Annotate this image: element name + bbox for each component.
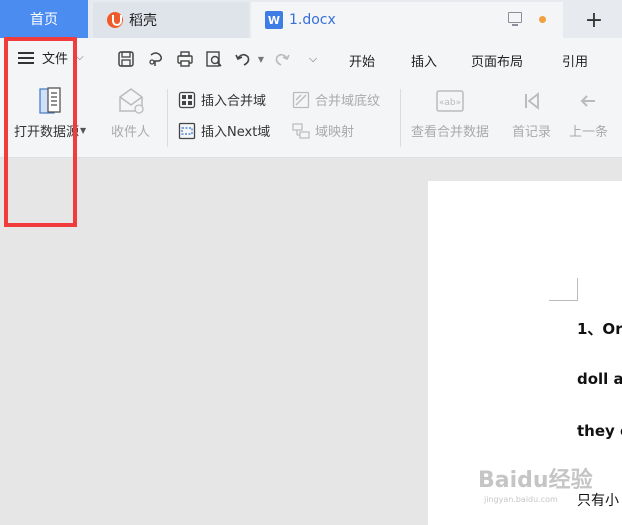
tab-home[interactable]: 首页: [0, 0, 88, 38]
highlight-box: [4, 37, 77, 227]
document-line: they c: [577, 422, 622, 440]
writer-logo-icon: W: [265, 11, 283, 29]
tab-document-label: 1.docx: [289, 12, 336, 28]
new-tab-button[interactable]: +: [566, 2, 622, 38]
tab-doke[interactable]: 稻壳: [93, 2, 249, 38]
first-record-icon: [516, 85, 548, 117]
undo-dropdown-icon[interactable]: ▼: [252, 50, 270, 68]
document-line: doll a: [577, 370, 622, 388]
insert-next-field-button[interactable]: 插入Next域: [178, 121, 270, 140]
tab-bar: 首页 稻壳 W 1.docx +: [0, 0, 622, 38]
field-shading-icon: [292, 91, 310, 109]
tab-references[interactable]: 引用: [562, 51, 588, 70]
export-icon[interactable]: [147, 50, 165, 68]
merge-field-shading-label: 合并域底纹: [315, 94, 381, 109]
arrow-left-icon: [573, 85, 605, 117]
document-line: 1、Or: [577, 320, 622, 338]
field-mapping-button[interactable]: 域映射: [292, 121, 354, 140]
next-field-icon: [178, 122, 196, 140]
view-merged-data-button[interactable]: «ab» 查看合并数据: [411, 85, 489, 140]
ribbon-divider: [400, 89, 401, 147]
tab-insert[interactable]: 插入: [411, 51, 437, 70]
margin-corner-mark: [549, 278, 578, 301]
tab-page-layout[interactable]: 页面布局: [471, 51, 523, 70]
field-mapping-label: 域映射: [315, 125, 355, 140]
recipient-label: 收件人: [111, 125, 151, 140]
customize-toolbar-icon[interactable]: ⌵: [304, 50, 322, 68]
tab-doke-label: 稻壳: [129, 13, 157, 29]
svg-text:«ab»: «ab»: [439, 98, 461, 108]
ribbon: 打开数据源 ▼ 收件人 插入合并域 插入Next域 合并域底纹 域映射 «ab»…: [0, 81, 622, 158]
unsaved-dot-icon: [539, 16, 546, 23]
recipient-icon: [115, 85, 147, 117]
monitor-icon[interactable]: [508, 12, 522, 26]
merge-field-shading-button[interactable]: 合并域底纹: [292, 90, 380, 109]
insert-next-field-label: 插入Next域: [201, 125, 271, 140]
recipient-button[interactable]: 收件人: [111, 85, 150, 140]
view-merged-data-label: 查看合并数据: [411, 125, 490, 140]
prev-record-label: 上一条: [569, 125, 609, 140]
watermark-url: jingyan.baidu.com: [484, 495, 558, 504]
open-datasource-dropdown-icon: ▼: [80, 126, 87, 135]
first-record-button[interactable]: 首记录: [512, 85, 551, 140]
watermark-brand: Baidu经验: [478, 468, 593, 493]
doke-logo-icon: [107, 12, 123, 28]
prev-record-button[interactable]: 上一条: [569, 85, 608, 140]
chevron-down-icon: ⌵: [76, 52, 84, 63]
undo-icon[interactable]: [234, 50, 252, 68]
print-icon[interactable]: [176, 50, 194, 68]
ribbon-divider: [167, 89, 168, 147]
quick-toolbar: 文件 ⌵ ▼ ⌵ 开始 插入 页面布局 引用: [0, 38, 622, 81]
insert-merge-field-button[interactable]: 插入合并域: [178, 90, 266, 109]
redo-icon[interactable]: [273, 50, 291, 68]
merge-field-icon: [178, 91, 196, 109]
save-icon[interactable]: [117, 50, 135, 68]
field-mapping-icon: [292, 122, 310, 140]
view-merged-data-icon: «ab»: [434, 85, 466, 117]
first-record-label: 首记录: [512, 125, 552, 140]
insert-merge-field-label: 插入合并域: [201, 94, 267, 109]
print-preview-icon[interactable]: [205, 50, 223, 68]
tab-start[interactable]: 开始: [349, 51, 375, 70]
